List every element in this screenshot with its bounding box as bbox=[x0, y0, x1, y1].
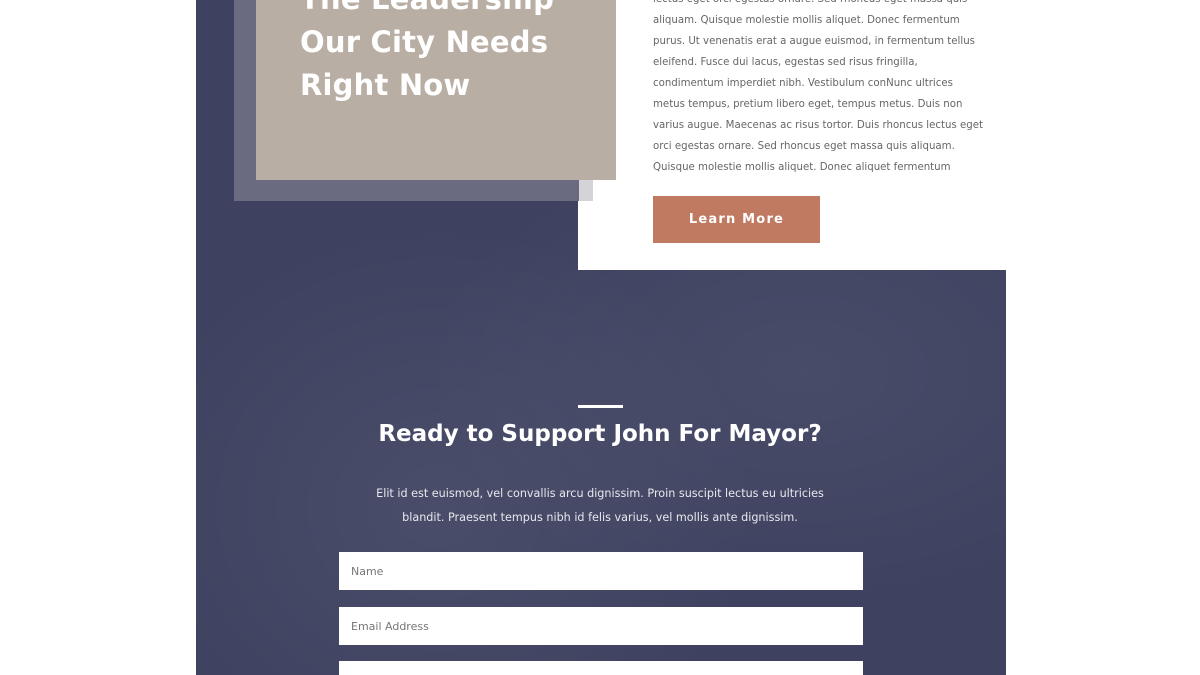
form-field-third[interactable] bbox=[339, 661, 863, 675]
hero-body-text: lectus eget orci egestas ornare. Sed rho… bbox=[653, 0, 983, 173]
shadow-accent bbox=[579, 180, 593, 201]
headline-line: The Leadership bbox=[300, 0, 600, 21]
section-divider bbox=[578, 405, 623, 408]
cta-description: Elit id est euismod, vel convallis arcu … bbox=[376, 487, 824, 524]
hero-headline: The Leadership Our City Needs Right Now bbox=[300, 0, 600, 107]
learn-more-button[interactable]: Learn More bbox=[653, 196, 820, 243]
name-field[interactable] bbox=[339, 552, 863, 590]
headline-line: Right Now bbox=[300, 68, 471, 102]
cta-title: Ready to Support John For Mayor? bbox=[378, 421, 822, 447]
headline-line: Our City Needs bbox=[300, 25, 549, 59]
email-field[interactable] bbox=[339, 607, 863, 645]
